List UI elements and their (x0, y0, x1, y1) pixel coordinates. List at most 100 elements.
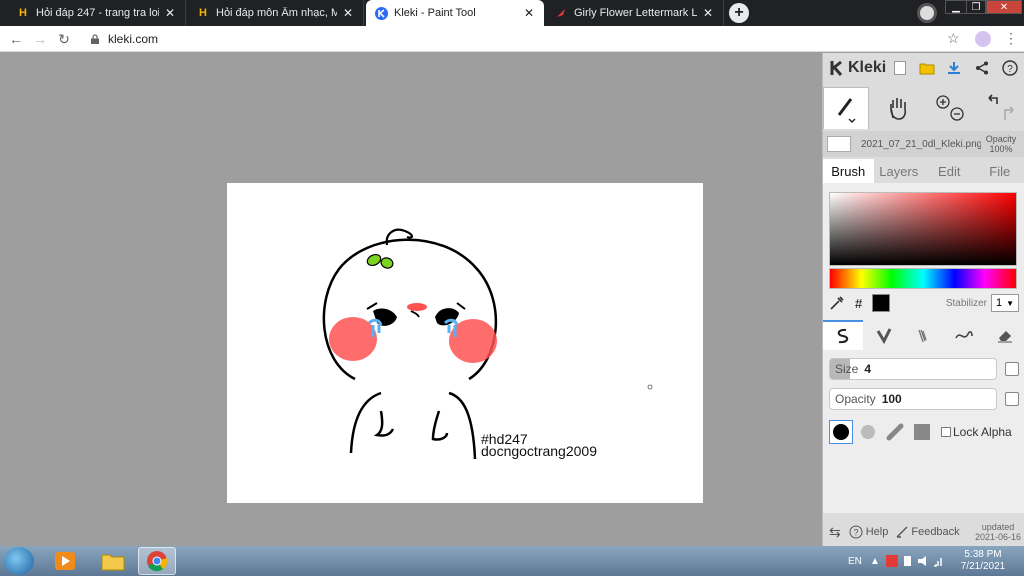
download-icon[interactable] (945, 59, 963, 77)
tray-app-icons[interactable] (886, 546, 946, 576)
tab-title: Kleki - Paint Tool (394, 7, 476, 19)
extension-icon[interactable] (975, 31, 991, 47)
tab-edit[interactable]: Edit (924, 159, 975, 183)
hex-input-button[interactable]: # (855, 296, 862, 311)
blend-brush[interactable] (863, 320, 903, 350)
right-hand (431, 410, 449, 441)
browser-tab-3[interactable]: Kleki - Paint Tool ✕ (366, 0, 544, 26)
minimize-button[interactable]: ▁ (945, 0, 967, 14)
brush-type-row (823, 320, 1024, 350)
kleki-side-panel: Kleki ? 2021_07_21_0dl_Kleki.png Opacity… (822, 53, 1024, 546)
round-soft-shape[interactable] (856, 420, 880, 444)
opacity-slider-label: Opacity (835, 392, 876, 406)
hue-slider[interactable] (829, 268, 1017, 289)
browser-tab-1[interactable]: H Hỏi đáp 247 - trang tra loi ✕ (8, 0, 186, 26)
close-window-button[interactable]: ✕ (986, 0, 1022, 14)
h-logo-icon: H (199, 7, 207, 19)
open-folder-icon[interactable] (918, 59, 936, 77)
eraser-icon (997, 331, 1012, 343)
zoom-tools[interactable] (927, 87, 973, 129)
browser-tab-strip: H Hỏi đáp 247 - trang tra loi ✕ H Hỏi đá… (0, 0, 1024, 26)
bookmark-star-icon[interactable]: ☆ (947, 30, 960, 47)
square-icon (914, 424, 930, 440)
reload-icon[interactable]: ↻ (55, 30, 73, 48)
address-bar[interactable]: kleki.com (84, 29, 970, 49)
chisel-shape[interactable] (883, 420, 907, 444)
size-value: 4 (864, 362, 872, 376)
canvas-workspace[interactable]: #hd247 docngoctrang2009 (0, 53, 822, 546)
canvas-thumbnail[interactable] (827, 136, 851, 152)
saturation-value-picker[interactable] (829, 192, 1017, 266)
eraser-tool[interactable] (985, 320, 1024, 350)
pen-brush[interactable] (823, 320, 864, 350)
tab-layers[interactable]: Layers (874, 159, 925, 183)
swap-panel-icon[interactable]: ⇆ (829, 524, 841, 541)
mouth (410, 310, 420, 318)
browser-tab-2[interactable]: H Hỏi đáp môn Âm nhạc, Mỹ thuật ✕ (188, 0, 364, 26)
maximize-button[interactable]: ❐ (966, 0, 986, 14)
file-info-bar: 2021_07_21_0dl_Kleki.png Opacity 100% (823, 131, 1024, 157)
lock-alpha-checkbox[interactable]: Lock Alpha (941, 425, 1012, 439)
nose-blush (407, 303, 427, 311)
current-color-swatch[interactable] (872, 294, 891, 312)
help-circle-icon[interactable]: ? (1001, 59, 1019, 77)
brush-tool[interactable] (823, 87, 869, 129)
new-tab-button[interactable]: + (729, 3, 749, 23)
help-button[interactable]: ? Help (849, 525, 889, 539)
left-brow (366, 302, 378, 310)
back-icon[interactable]: ← (7, 30, 25, 48)
feedback-button[interactable]: Feedback (896, 526, 960, 538)
undo-redo-tools[interactable] (977, 87, 1023, 129)
stabilizer-select[interactable]: 1 ▼ (991, 294, 1019, 312)
svg-text:?: ? (853, 528, 858, 538)
profile-avatar[interactable] (917, 3, 937, 23)
clock-date: 7/21/2021 (960, 561, 1006, 572)
undo-redo-icon (988, 94, 1014, 120)
round-soft-icon (861, 425, 875, 439)
language-indicator[interactable]: EN (848, 546, 862, 576)
start-button[interactable] (4, 547, 34, 575)
chrome-app[interactable] (138, 547, 176, 575)
opacity-slider[interactable]: Opacity 100 (829, 388, 997, 410)
pen-brush-icon (837, 328, 849, 344)
hand-tool[interactable] (875, 87, 921, 129)
color-controls: # Stabilizer 1 ▼ (829, 293, 1019, 313)
close-tab-icon[interactable]: ✕ (341, 6, 355, 20)
zoom-in-out-icon (936, 95, 964, 121)
tray-icons (886, 555, 942, 567)
kleki-logo[interactable]: Kleki (829, 59, 886, 77)
canvas-drawing (322, 228, 653, 460)
show-hidden-icons[interactable]: ▲ (870, 546, 880, 576)
help-label: Help (865, 526, 889, 538)
tab-brush[interactable]: Brush (823, 159, 874, 183)
watermark-line-2: docngoctrang2009 (481, 443, 597, 459)
forward-icon[interactable]: → (31, 30, 49, 48)
browser-menu-icon[interactable]: ⋮ (1004, 30, 1018, 47)
file-explorer-app[interactable] (94, 547, 132, 575)
close-tab-icon[interactable]: ✕ (163, 6, 177, 20)
sketchy-brush[interactable] (904, 320, 944, 350)
system-clock[interactable]: 5:38 PM 7/21/2021 (955, 549, 1011, 573)
opacity-pressure-toggle[interactable] (1005, 392, 1019, 406)
tab-file[interactable]: File (975, 159, 1024, 183)
file-name[interactable]: 2021_07_21_0dl_Kleki.png (861, 139, 981, 150)
media-player-app[interactable] (46, 547, 84, 575)
pixel-brush[interactable] (944, 320, 984, 350)
red-logo-icon (554, 6, 568, 20)
round-hard-shape[interactable] (829, 420, 853, 444)
checkbox-box[interactable] (941, 427, 951, 437)
close-tab-icon[interactable]: ✕ (701, 6, 715, 20)
chrome-icon (147, 551, 168, 572)
size-slider[interactable]: Size 4 (829, 358, 997, 380)
svg-text:?: ? (1007, 64, 1013, 75)
browser-tab-4[interactable]: Girly Flower Lettermark Logo | Br ✕ (546, 0, 724, 26)
eyedropper-icon[interactable] (829, 295, 845, 311)
close-tab-icon[interactable]: ✕ (522, 6, 536, 20)
opacity-label: Opacity (985, 134, 1017, 144)
new-file-icon[interactable] (891, 59, 909, 77)
left-hand (373, 410, 395, 437)
share-icon[interactable] (973, 59, 991, 77)
size-pressure-toggle[interactable] (1005, 362, 1019, 376)
drawing-canvas[interactable]: #hd247 docngoctrang2009 (227, 183, 703, 503)
square-shape[interactable] (910, 420, 934, 444)
